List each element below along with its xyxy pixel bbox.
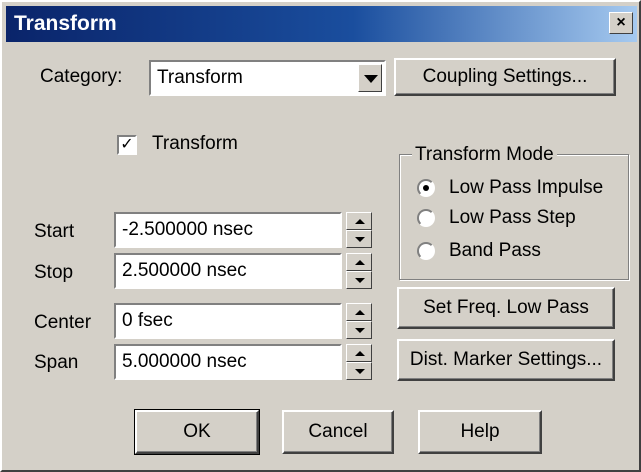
category-label: Category: [40,66,123,87]
radio-low-pass-step[interactable] [417,209,435,227]
radio-label-band-pass[interactable]: Band Pass [449,240,541,262]
category-value: Transform [157,67,243,88]
dropdown-arrow-icon[interactable] [358,64,382,92]
span-spinner[interactable] [346,344,372,380]
span-label: Span [34,352,79,373]
center-spinner[interactable] [346,303,372,339]
coupling-settings-button[interactable]: Coupling Settings... [394,58,616,96]
center-input[interactable]: 0 fsec [114,303,342,339]
radio-low-pass-impulse[interactable] [417,179,435,197]
checkmark-icon: ✓ [120,136,134,153]
transform-checkbox-label: Transform [152,133,238,154]
stop-spinner[interactable] [346,253,372,289]
radio-label-low-pass-impulse[interactable]: Low Pass Impulse [449,177,603,199]
close-icon: × [616,14,626,31]
span-input[interactable]: 5.000000 nsec [114,344,342,380]
spin-down-icon[interactable] [346,321,372,339]
radio-label-low-pass-step[interactable]: Low Pass Step [449,207,576,229]
start-label: Start [34,221,75,242]
stop-input[interactable]: 2.500000 nsec [114,253,342,289]
category-dropdown[interactable]: Transform [149,60,386,96]
spin-up-icon[interactable] [346,212,372,230]
title-bar: Transform × [6,6,637,42]
spin-up-icon[interactable] [346,303,372,321]
help-button[interactable]: Help [418,410,542,454]
stop-label: Stop [34,262,74,283]
start-input[interactable]: -2.500000 nsec [114,212,342,248]
start-spinner[interactable] [346,212,372,248]
spin-up-icon[interactable] [346,344,372,362]
spin-down-icon[interactable] [346,230,372,248]
radio-selected-dot [423,185,429,191]
transform-checkbox[interactable]: ✓ [117,135,137,155]
dist-marker-settings-button[interactable]: Dist. Marker Settings... [397,339,615,381]
set-freq-low-pass-button[interactable]: Set Freq. Low Pass [397,287,615,329]
radio-band-pass[interactable] [417,242,435,260]
window-title: Transform [14,12,117,35]
center-label: Center [34,312,92,333]
transform-dialog: Transform × Category: Transform Coupling… [0,0,641,472]
spin-down-icon[interactable] [346,362,372,380]
spin-up-icon[interactable] [346,253,372,271]
cancel-button[interactable]: Cancel [282,410,394,454]
close-button[interactable]: × [609,12,633,34]
spin-down-icon[interactable] [346,271,372,289]
transform-mode-title: Transform Mode [412,144,557,166]
ok-button[interactable]: OK [134,409,260,455]
